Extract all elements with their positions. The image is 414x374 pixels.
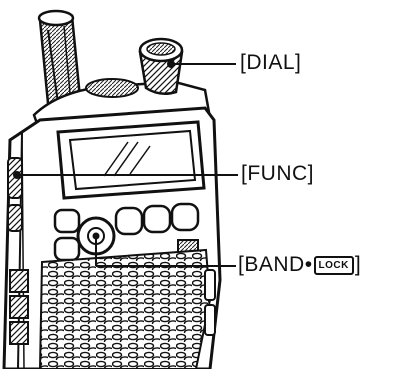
- lcd-display: [56, 120, 206, 200]
- dial-knob: [138, 37, 184, 96]
- band-lock-label: [BAND• LOCK]: [238, 253, 361, 277]
- dial-label: [DIAL]: [240, 51, 302, 74]
- band-label-suffix: ]: [354, 253, 362, 276]
- speaker-grille: [38, 248, 212, 370]
- band-label-prefix: [BAND: [238, 253, 305, 276]
- lock-key-icon: LOCK: [313, 256, 354, 275]
- radio-diagram: [DIAL] [FUNC] [BAND• LOCK]: [0, 0, 414, 371]
- radio-illustration: [2, 9, 238, 371]
- band-label-dot: •: [304, 253, 313, 276]
- func-label: [FUNC]: [241, 162, 314, 185]
